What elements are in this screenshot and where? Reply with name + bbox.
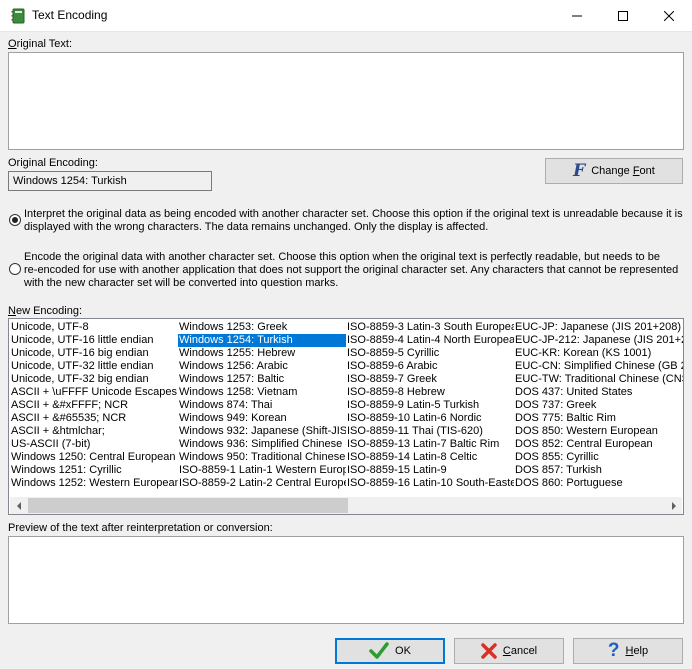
encoding-option[interactable]: EUC-JP-212: Japanese (JIS 201+208+212): [514, 334, 683, 347]
close-icon: [664, 11, 674, 21]
encoding-option[interactable]: Windows 1256: Arabic: [178, 360, 346, 373]
scrollbar-thumb[interactable]: [28, 498, 348, 513]
encoding-option[interactable]: Unicode, UTF-16 big endian: [10, 347, 178, 360]
change-font-button[interactable]: F Change Font: [545, 158, 683, 184]
encoding-option[interactable]: ISO-8859-8 Hebrew: [346, 386, 514, 399]
encoding-option[interactable]: ISO-8859-7 Greek: [346, 373, 514, 386]
encoding-option[interactable]: Windows 1252: Western European: [10, 477, 178, 490]
encoding-option[interactable]: ISO-8859-3 Latin-3 South European: [346, 321, 514, 334]
encoding-option[interactable]: DOS 775: Baltic Rim: [514, 412, 683, 425]
encoding-option[interactable]: Windows 936: Simplified Chinese (GBK): [178, 438, 346, 451]
interpret-radio[interactable]: [9, 214, 21, 226]
encoding-column-3: ISO-8859-3 Latin-3 South European ISO-885…: [346, 321, 514, 490]
encoding-option[interactable]: EUC-CN: Simplified Chinese (GB 2312): [514, 360, 683, 373]
encoding-option[interactable]: US-ASCII (7-bit): [10, 438, 178, 451]
encoding-option[interactable]: ASCII + &htmlchar;: [10, 425, 178, 438]
encode-radio[interactable]: [9, 263, 21, 275]
encoding-option[interactable]: Windows 1255: Hebrew: [178, 347, 346, 360]
encoding-option[interactable]: EUC-TW: Traditional Chinese (CNS 11643): [514, 373, 683, 386]
encoding-option[interactable]: ISO-8859-16 Latin-10 South-Eastern Europ…: [346, 477, 514, 490]
help-button[interactable]: ? Help: [573, 638, 683, 664]
change-font-label: Change Font: [591, 165, 655, 177]
encoding-option[interactable]: DOS 737: Greek: [514, 399, 683, 412]
encoding-option[interactable]: Unicode, UTF-32 little endian: [10, 360, 178, 373]
scroll-right-button[interactable]: [665, 497, 682, 514]
encoding-option[interactable]: Windows 1251: Cyrillic: [10, 464, 178, 477]
encoding-column-2: Windows 1253: Greek Windows 1254: Turkish…: [178, 321, 346, 490]
encoding-option[interactable]: Windows 1257: Baltic: [178, 373, 346, 386]
original-text-area[interactable]: [8, 52, 684, 150]
font-icon: F: [573, 160, 586, 181]
encoding-option[interactable]: DOS 852: Central European: [514, 438, 683, 451]
cross-icon: [481, 643, 497, 659]
title-bar[interactable]: Text Encoding: [0, 0, 692, 32]
radio-selected-dot: [12, 217, 18, 223]
new-encoding-label: New Encoding:: [8, 305, 82, 317]
encoding-option[interactable]: ISO-8859-4 Latin-4 North European: [346, 334, 514, 347]
encoding-column-4: EUC-JP: Japanese (JIS 201+208) EUC-JP-212…: [514, 321, 683, 490]
encoding-option[interactable]: ASCII + \uFFFF Unicode Escapes: [10, 386, 178, 399]
encoding-option[interactable]: Windows 1254: Turkish: [178, 334, 346, 347]
maximize-icon: [618, 11, 628, 21]
encoding-option[interactable]: DOS 860: Portuguese: [514, 477, 683, 490]
help-label: Help: [625, 645, 649, 657]
encoding-option[interactable]: Unicode, UTF-32 big endian: [10, 373, 178, 386]
encoding-option[interactable]: Unicode, UTF-16 little endian: [10, 334, 178, 347]
encoding-option[interactable]: ISO-8859-10 Latin-6 Nordic: [346, 412, 514, 425]
cancel-label: Cancel: [502, 645, 538, 657]
encoding-option[interactable]: ISO-8859-13 Latin-7 Baltic Rim: [346, 438, 514, 451]
interpret-option-text[interactable]: Interpret the original data as being enc…: [24, 208, 688, 234]
scroll-left-icon: [16, 501, 21, 510]
encoding-option[interactable]: Unicode, UTF-8: [10, 321, 178, 334]
cancel-button[interactable]: Cancel: [454, 638, 564, 664]
ok-button[interactable]: OK: [335, 638, 445, 664]
encoding-option[interactable]: DOS 850: Western European: [514, 425, 683, 438]
encoding-option[interactable]: DOS 437: United States: [514, 386, 683, 399]
original-encoding-field: Windows 1254: Turkish: [8, 171, 212, 191]
encoding-column-1: Unicode, UTF-8 Unicode, UTF-16 little end…: [10, 321, 178, 490]
encoding-option[interactable]: ASCII + &#xFFFF; NCR: [10, 399, 178, 412]
encoding-option[interactable]: DOS 855: Cyrillic: [514, 451, 683, 464]
encoding-option[interactable]: Windows 874: Thai: [178, 399, 346, 412]
checkmark-icon: [369, 642, 389, 659]
preview-label: Preview of the text after reinterpretati…: [8, 522, 273, 534]
encoding-option[interactable]: ISO-8859-11 Thai (TIS-620): [346, 425, 514, 438]
encode-option-text[interactable]: Encode the original data with another ch…: [24, 251, 688, 290]
maximize-button[interactable]: [600, 0, 646, 32]
preview-text-area[interactable]: [8, 536, 684, 624]
app-notebook-icon: [10, 8, 26, 24]
original-text-label: Original Text:: [8, 38, 72, 50]
ok-label: OK: [395, 645, 411, 657]
encoding-option[interactable]: DOS 857: Turkish: [514, 464, 683, 477]
encoding-option[interactable]: ASCII + &#65535; NCR: [10, 412, 178, 425]
encoding-option[interactable]: ISO-8859-5 Cyrillic: [346, 347, 514, 360]
horizontal-scrollbar[interactable]: [10, 497, 682, 514]
encoding-option[interactable]: Windows 1258: Vietnam: [178, 386, 346, 399]
encoding-option[interactable]: Windows 1250: Central European: [10, 451, 178, 464]
new-encoding-list[interactable]: Unicode, UTF-8 Unicode, UTF-16 little end…: [8, 318, 684, 515]
minimize-button[interactable]: [554, 0, 600, 32]
encoding-option[interactable]: ISO-8859-1 Latin-1 Western European: [178, 464, 346, 477]
encoding-option[interactable]: Windows 949: Korean: [178, 412, 346, 425]
encoding-option[interactable]: EUC-KR: Korean (KS 1001): [514, 347, 683, 360]
encoding-option[interactable]: Windows 932: Japanese (Shift-JIS): [178, 425, 346, 438]
encoding-option[interactable]: ISO-8859-2 Latin-2 Central European: [178, 477, 346, 490]
encoding-option[interactable]: Windows 950: Traditional Chinese (Big5): [178, 451, 346, 464]
encoding-option[interactable]: ISO-8859-6 Arabic: [346, 360, 514, 373]
close-button[interactable]: [646, 0, 692, 32]
encoding-option[interactable]: Windows 1253: Greek: [178, 321, 346, 334]
encoding-option[interactable]: ISO-8859-9 Latin-5 Turkish: [346, 399, 514, 412]
encoding-option[interactable]: ISO-8859-14 Latin-8 Celtic: [346, 451, 514, 464]
encoding-option[interactable]: ISO-8859-15 Latin-9: [346, 464, 514, 477]
window-title: Text Encoding: [32, 8, 108, 22]
scroll-left-button[interactable]: [10, 497, 27, 514]
question-icon: ?: [607, 640, 620, 661]
scroll-right-icon: [671, 501, 676, 510]
minimize-icon: [572, 15, 582, 17]
original-encoding-label: Original Encoding:: [8, 157, 98, 169]
encoding-option[interactable]: EUC-JP: Japanese (JIS 201+208): [514, 321, 683, 334]
